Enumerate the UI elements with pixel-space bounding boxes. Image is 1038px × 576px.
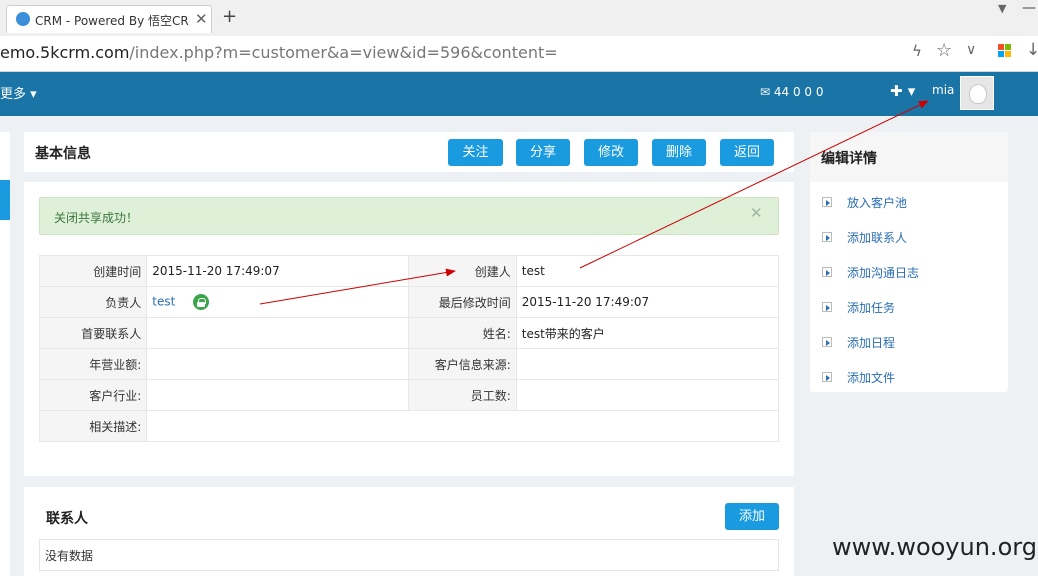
annotation-arrow-owner-to-creator — [259, 268, 456, 305]
annotation-arrow-creator-to-user — [579, 100, 929, 269]
watermark-text: www.wooyun.org — [832, 533, 1037, 561]
annotation-overlay — [259, 100, 929, 305]
